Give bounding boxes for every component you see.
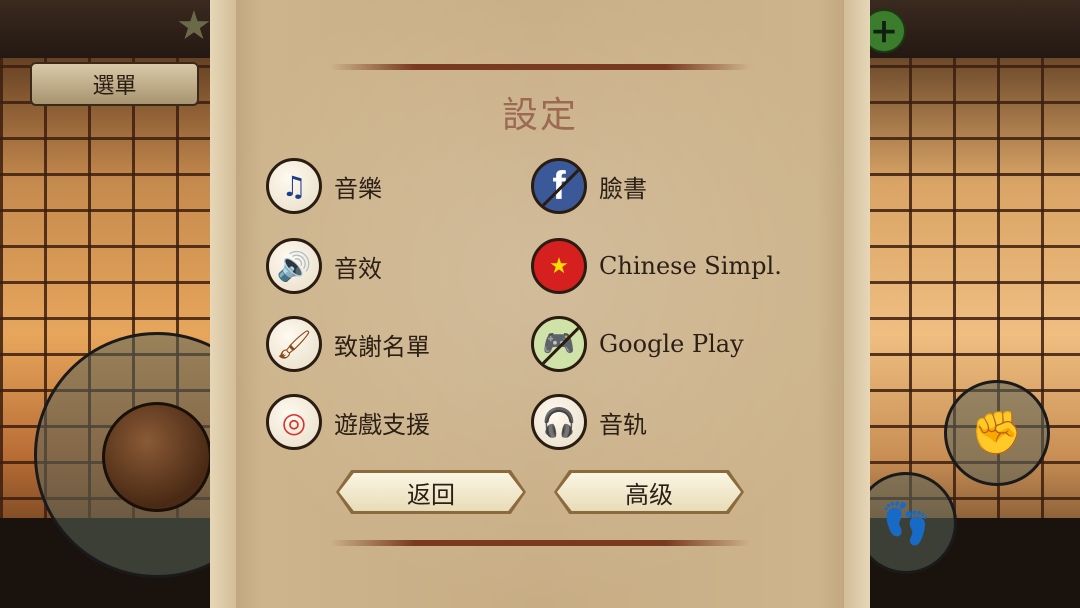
sound-effects-option[interactable]: 🔊 音效 bbox=[266, 236, 382, 296]
language-option[interactable]: ★ Chinese Simpl. bbox=[531, 236, 782, 296]
page-title: 設定 bbox=[501, 95, 578, 136]
music-note-icon: ♫ bbox=[266, 158, 322, 214]
disabled-slash bbox=[538, 320, 584, 369]
scroll-edge-left bbox=[210, 0, 236, 608]
lifebuoy-icon: ◎ bbox=[266, 394, 322, 450]
disabled-slash bbox=[538, 162, 584, 211]
google-play-label: Google Play bbox=[599, 330, 744, 358]
music-label: 音樂 bbox=[334, 174, 382, 203]
soundtrack-label: 音轨 bbox=[599, 410, 647, 439]
back-button[interactable]: 返回 bbox=[336, 470, 526, 514]
music-option[interactable]: ♫ 音樂 bbox=[266, 156, 382, 216]
fist-icon[interactable]: ✊ bbox=[944, 380, 1050, 486]
game-support-label: 遊戲支援 bbox=[334, 410, 430, 439]
headphones-icon: 🎧 bbox=[531, 394, 587, 450]
language-label: Chinese Simpl. bbox=[599, 252, 782, 280]
menu-button[interactable]: 選單 bbox=[30, 62, 199, 106]
advanced-button[interactable]: 高级 bbox=[554, 470, 744, 514]
advanced-button-label: 高级 bbox=[625, 480, 673, 509]
back-button-label: 返回 bbox=[407, 480, 455, 509]
facebook-option[interactable]: f 臉書 bbox=[531, 156, 647, 216]
sound-effects-label: 音效 bbox=[334, 254, 382, 283]
facebook-icon: f bbox=[531, 158, 587, 214]
google-play-games-icon: 🎮 bbox=[531, 316, 587, 372]
foot-icon[interactable]: 👣 bbox=[855, 472, 957, 574]
china-flag-icon: ★ bbox=[531, 238, 587, 294]
top-divider bbox=[330, 64, 750, 70]
scroll-edge-right bbox=[844, 0, 870, 608]
credits-option[interactable]: 🖌 致謝名單 bbox=[266, 314, 430, 374]
facebook-label: 臉書 bbox=[599, 174, 647, 203]
google-play-option[interactable]: 🎮 Google Play bbox=[531, 314, 744, 374]
joystick-knob[interactable] bbox=[102, 402, 212, 512]
bottom-divider bbox=[330, 540, 750, 546]
soundtrack-option[interactable]: 🎧 音轨 bbox=[531, 392, 647, 452]
speaker-icon: 🔊 bbox=[266, 238, 322, 294]
credits-label: 致謝名單 bbox=[334, 332, 430, 361]
brush-icon: 🖌 bbox=[266, 316, 322, 372]
game-support-option[interactable]: ◎ 遊戲支援 bbox=[266, 392, 430, 452]
